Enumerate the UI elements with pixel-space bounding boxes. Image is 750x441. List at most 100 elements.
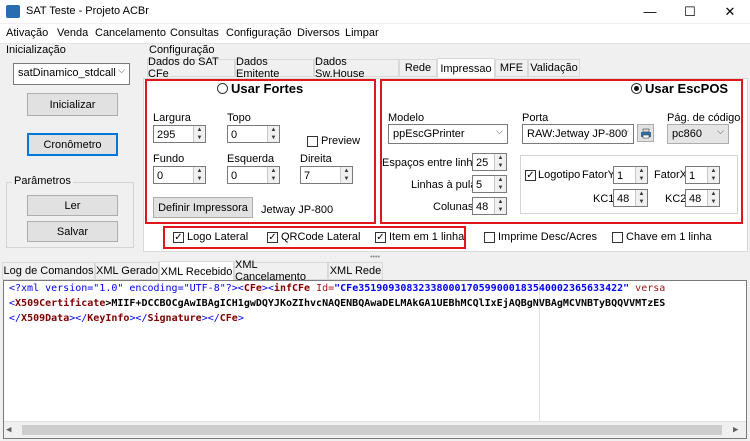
fundo-input[interactable]: 0 ▲ ▼ [153,166,206,184]
chave-1-linha-checkbox[interactable] [612,232,623,243]
kc1-value: 48 [617,193,630,205]
fatory-value: 1 [617,170,624,182]
fatorx-input[interactable]: 1 ▲ ▼ [685,166,720,184]
pagcod-label: Pág. de código [667,112,741,124]
fatorx-label: FatorX [654,169,688,181]
scrollbar-thumb[interactable] [22,425,722,435]
preview-label: Preview [321,135,361,147]
kc1-label: KC1 [593,193,615,205]
topo-input[interactable]: 0 ▲ ▼ [227,125,280,143]
menu-configuracao[interactable]: Configuração [226,27,291,39]
read-button[interactable]: Ler [27,195,118,216]
config-tabs: Dados do SAT CFe Dados Emitente Dados Sw… [143,56,749,80]
minimize-icon[interactable]: — [630,0,670,23]
scroll-left-icon[interactable]: ◀ [6,425,11,435]
printer-name: Jetway JP-800 [261,204,334,216]
init-group-label: Inicialização [6,44,66,56]
fatory-input[interactable]: 1 ▲ ▼ [613,166,648,184]
xml-punct: ></ [201,313,220,324]
modelo-value: ppEscGPrinter [393,128,465,140]
spin-arrows-icon[interactable]: ▲ ▼ [635,167,647,183]
direita-input[interactable]: 7 ▲ ▼ [300,166,353,184]
tab-dados-sat[interactable]: Dados do SAT CFe [147,56,235,80]
maximize-icon[interactable]: ☐ [670,0,710,23]
largura-input[interactable]: 295 ▲ ▼ [153,125,206,143]
usar-fortes-radio[interactable] [217,83,228,94]
xml-punct: </ [9,313,22,324]
initialize-button[interactable]: Inicializar [27,93,118,116]
spin-arrows-icon[interactable]: ▲ ▼ [267,167,279,183]
spin-arrows-icon[interactable]: ▲ ▼ [494,176,506,192]
pagcod-select[interactable]: pc860 ⌵ [667,124,729,144]
splitter-handle[interactable]: •••• [0,254,750,261]
spin-arrows-icon[interactable]: ▲ ▼ [193,126,205,142]
scroll-right-icon[interactable]: ▶ [733,425,738,435]
usar-escpos-radio[interactable] [631,83,642,94]
spin-arrows-icon[interactable]: ▲ ▼ [494,154,506,170]
logo-lateral-checkbox[interactable]: ✓ [173,232,184,243]
preview-checkbox[interactable] [307,136,318,147]
spin-arrows-icon[interactable]: ▲ ▼ [635,190,647,206]
tab-dados-emitente[interactable]: Dados Emitente [235,56,314,80]
xml-tag-cfe-close: CFe [219,313,238,324]
tab-xml-recebido[interactable]: XML Recebido [159,261,234,281]
define-printer-button[interactable]: Definir Impressora [153,197,253,218]
xml-attr-value: "CFe351909308323380001705990001835400023… [334,283,630,294]
colunas-input[interactable]: 48 ▲ ▼ [472,197,507,215]
tab-mfe[interactable]: MFE [495,59,528,77]
params-group-label: Parâmetros [12,175,73,187]
menu-ativacao[interactable]: Ativação [6,27,48,39]
fundo-value: 0 [157,170,164,182]
linhas-input[interactable]: 5 ▲ ▼ [472,175,507,193]
xml-attr-versao: versa [629,283,666,294]
logotipo-checkbox[interactable]: ✓ [525,170,536,181]
tab-rede[interactable]: Rede [399,59,437,77]
topo-label: Topo [227,112,251,124]
qrcode-lateral-checkbox[interactable]: ✓ [267,232,278,243]
kc2-label: KC2 [665,193,687,205]
xml-attr-id: Id= [310,283,335,294]
porta-value: RAW:Jetway JP-800 [527,128,628,140]
spin-arrows-icon[interactable]: ▲ ▼ [267,126,279,142]
kc1-input[interactable]: 48 ▲ ▼ [613,189,648,207]
kc2-input[interactable]: 48 ▲ ▼ [685,189,720,207]
topo-value: 0 [231,129,238,141]
horizontal-scrollbar[interactable]: ◀ ▶ [4,421,746,438]
menu-limpar[interactable]: Limpar [345,27,379,39]
chevron-down-icon: ⌵ [118,65,125,75]
tab-xml-gerado[interactable]: XML Gerado [95,262,159,280]
xml-punct: ></ [69,313,88,324]
porta-select[interactable]: RAW:Jetway JP-800 ⌵ [522,124,634,144]
xml-viewer[interactable]: <?xml version="1.0" encoding="UTF-8"?><C… [3,280,747,439]
tab-dados-swhouse[interactable]: Dados Sw.House [314,56,399,80]
esquerda-input[interactable]: 0 ▲ ▼ [227,166,280,184]
imprime-desc-checkbox[interactable] [484,232,495,243]
spin-arrows-icon[interactable]: ▲ ▼ [340,167,352,183]
item-1-linha-checkbox[interactable]: ✓ [375,232,386,243]
lib-select[interactable]: satDinamico_stdcall ⌵ [13,63,130,85]
menu-venda[interactable]: Venda [57,27,88,39]
tab-xml-rede[interactable]: XML Rede [328,262,383,280]
menu-consultas[interactable]: Consultas [170,27,219,39]
close-icon[interactable]: ✕ [710,0,750,23]
xml-cert-content: >MIIF+DCCBOCgAwIBAgICH1gwDQYJKoZIhvcNAQE… [105,298,666,309]
menu-cancelamento[interactable]: Cancelamento [95,27,166,39]
modelo-select[interactable]: ppEscGPrinter ⌵ [388,124,508,144]
save-button[interactable]: Salvar [27,221,118,242]
xml-punct: >< [261,283,274,294]
xml-tag-keyinfo: KeyInfo [87,313,130,324]
printer-settings-icon[interactable] [637,124,654,142]
fatory-label: FatorY [582,169,616,181]
spin-arrows-icon[interactable]: ▲ ▼ [707,167,719,183]
chronometer-button[interactable]: Cronômetro [27,133,118,156]
xml-tag-signature: Signature [147,313,202,324]
tab-impressao[interactable]: Impressao [437,58,495,78]
spin-arrows-icon[interactable]: ▲ ▼ [494,198,506,214]
espacos-input[interactable]: 25 ▲ ▼ [472,153,507,171]
tab-validacao[interactable]: Validação [528,59,580,77]
tab-xml-cancelamento[interactable]: XML Cancelamento [234,259,328,283]
menu-diversos[interactable]: Diversos [297,27,340,39]
tab-log-comandos[interactable]: Log de Comandos [2,262,95,280]
spin-arrows-icon[interactable]: ▲ ▼ [193,167,205,183]
spin-arrows-icon[interactable]: ▲ ▼ [707,190,719,206]
